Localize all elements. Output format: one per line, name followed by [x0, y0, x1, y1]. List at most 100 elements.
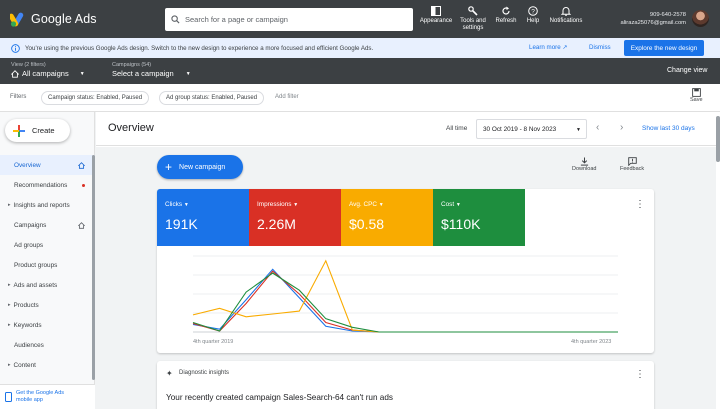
sidebar-item-content[interactable]: ▸ Content [0, 355, 95, 375]
x-axis-end-label: 4th quarter 2023 [571, 339, 612, 345]
save-button[interactable]: Save [690, 88, 703, 103]
next-period-button[interactable]: › [620, 122, 623, 133]
sparkle-icon: ✦ [166, 369, 173, 378]
metric-cost[interactable]: Cost ▼ $110K [433, 189, 525, 246]
sidebar-item-label: Products [13, 301, 39, 309]
feedback-label: Feedback [620, 166, 645, 172]
wrench-icon [468, 6, 478, 16]
dismiss-button[interactable]: Dismiss [589, 44, 611, 51]
bell-icon [561, 7, 571, 16]
google-ads-logo-icon [10, 12, 24, 27]
home-icon [11, 69, 19, 78]
more-options-icon[interactable]: ⋮ [635, 200, 645, 210]
banner-text: You're using the previous Google Ads des… [25, 44, 374, 52]
sidebar-item-audiences[interactable]: Audiences [0, 335, 95, 355]
metric-avg-cpc-value: $0.58 [349, 216, 385, 232]
main-scrollbar-thumb[interactable] [716, 116, 720, 162]
brand[interactable]: Google Ads [0, 12, 160, 27]
app-title: Google Ads [31, 12, 97, 26]
main-scrollbar[interactable] [716, 112, 720, 409]
save-label: Save [690, 97, 703, 103]
sidebar-scrollbar[interactable] [92, 155, 95, 380]
mobile-app-link[interactable]: Get the Google Ads mobile app [0, 384, 95, 409]
learn-more-link[interactable]: Learn more ↗ [529, 44, 568, 51]
sidebar-item-label: Insights and reports [13, 201, 70, 209]
sidebar-item-ad-groups[interactable]: Ad groups [0, 235, 95, 255]
sidebar-item-label: Audiences [14, 341, 44, 349]
create-button[interactable]: Create [5, 119, 70, 142]
sidebar-item-label: Recommendations [14, 181, 68, 189]
chart-series-line-cost[interactable] [192, 272, 618, 333]
mobile-app-line2: mobile app [16, 397, 43, 403]
filter-bar: Filters Campaign status: Enabled, Paused… [0, 84, 720, 112]
search-box[interactable]: Search for a page or campaign [165, 8, 413, 31]
previous-period-button[interactable]: ‹ [596, 122, 599, 133]
sidebar-item-label: Product groups [14, 261, 58, 269]
new-campaign-button[interactable]: + New campaign [157, 155, 243, 179]
show-last-30-days-link[interactable]: Show last 30 days [642, 125, 695, 132]
design-banner: You're using the previous Google Ads des… [0, 38, 720, 58]
avatar[interactable] [692, 10, 709, 27]
metric-impressions[interactable]: Impressions ▼ 2.26M [249, 189, 341, 246]
sidebar-item-keywords[interactable]: ▸ Keywords [0, 315, 95, 335]
chart-series-line-avg-cpc[interactable] [192, 259, 618, 333]
diagnostic-insights-card: ✦ Diagnostic insights ⋮ Your recently cr… [157, 361, 654, 409]
help-button[interactable]: ? Help [522, 4, 544, 32]
settings-label: settings [462, 25, 484, 31]
filter-chip-ad-group-status[interactable]: Ad group status: Enabled, Paused [159, 91, 265, 105]
notifications-label: Notifications [549, 18, 583, 24]
add-filter-button[interactable]: Add filter [275, 94, 299, 100]
refresh-label: Refresh [495, 18, 517, 24]
chevron-right-icon: ▸ [8, 362, 11, 368]
account-info[interactable]: 909-640-2578 aliraza25076@gmail.com [610, 11, 687, 27]
view-caption: View (2 filters) [11, 62, 46, 68]
chart-series-line-clicks[interactable] [192, 268, 618, 333]
sidebar-item-product-groups[interactable]: Product groups [0, 255, 95, 275]
plus-icon: + [165, 160, 173, 174]
sidebar-item-overview[interactable]: Overview [0, 155, 95, 175]
change-view-button[interactable]: Change view [667, 67, 707, 74]
date-range-value: 30 Oct 2019 - 8 Nov 2023 [483, 125, 557, 133]
performance-card: Clicks ▼ 191K Impressions ▼ 2.26M Avg. C… [157, 189, 654, 353]
sidebar-item-label: Content [13, 361, 36, 369]
sidebar-item-campaigns[interactable]: Campaigns [0, 215, 95, 235]
chevron-down-icon: ▼ [576, 127, 581, 133]
sidebar-item-recommendations[interactable]: Recommendations [0, 175, 95, 195]
metric-clicks[interactable]: Clicks ▼ 191K [157, 189, 249, 246]
more-options-icon[interactable]: ⋮ [635, 370, 645, 380]
page-title: Overview [108, 122, 154, 134]
sidebar-item-label: Ad groups [14, 241, 44, 249]
chevron-right-icon: ▸ [8, 202, 11, 208]
x-axis-start-label: 4th quarter 2019 [193, 339, 234, 345]
chevron-down-icon: ▼ [378, 202, 384, 208]
search-input[interactable]: Search for a page or campaign [185, 15, 288, 24]
refresh-button[interactable]: Refresh [492, 4, 520, 32]
download-button[interactable]: Download [572, 157, 596, 172]
new-campaign-label: New campaign [179, 163, 226, 171]
explore-new-design-button[interactable]: Explore the new design [624, 40, 704, 56]
view-selector[interactable]: View (2 filters) All campaigns ▼ [11, 62, 85, 78]
sidebar-item-label: Keywords [13, 321, 42, 329]
insights-message[interactable]: Your recently created campaign Sales-Sea… [166, 393, 393, 402]
main-content: Overview All time 30 Oct 2019 - 8 Nov 20… [96, 112, 716, 409]
toolbar: Appearance Tools and settings Refresh ? … [418, 4, 588, 32]
sidebar-item-products[interactable]: ▸ Products [0, 295, 95, 315]
appearance-button[interactable]: Appearance [418, 4, 454, 32]
save-icon [691, 88, 701, 97]
overview-body: + New campaign Download Feedback Clicks … [96, 147, 716, 409]
sidebar-item-insights-reports[interactable]: ▸ Insights and reports [0, 195, 95, 215]
chevron-right-icon: ▸ [8, 322, 11, 328]
tools-settings-button[interactable]: Tools and settings [456, 4, 490, 32]
chart-series-line-impressions[interactable] [192, 270, 618, 333]
date-range-picker[interactable]: 30 Oct 2019 - 8 Nov 2023 ▼ [476, 119, 587, 139]
appearance-icon [431, 6, 441, 16]
view-value: All campaigns [22, 69, 69, 78]
campaign-selector[interactable]: Campaigns (54) Select a campaign ▼ [112, 62, 191, 78]
filter-chip-campaign-status[interactable]: Campaign status: Enabled, Paused [41, 91, 150, 105]
create-label: Create [32, 126, 55, 135]
metric-avg-cpc[interactable]: Avg. CPC ▼ $0.58 [341, 189, 433, 246]
feedback-button[interactable]: Feedback [620, 157, 644, 172]
chevron-right-icon: ▸ [8, 302, 11, 308]
sidebar-item-ads-assets[interactable]: ▸ Ads and assets [0, 275, 95, 295]
notifications-button[interactable]: Notifications [546, 4, 586, 32]
